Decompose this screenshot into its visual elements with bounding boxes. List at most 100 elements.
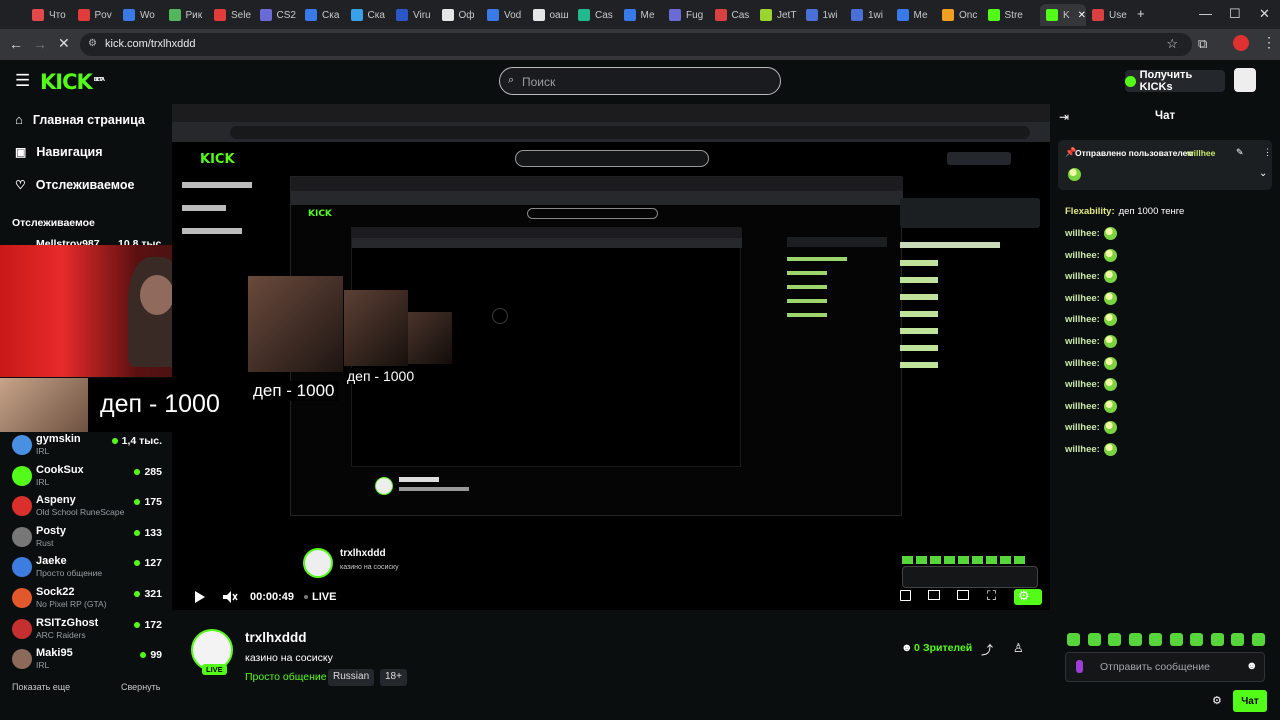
followed-channel[interactable]: Posty Rust 133 (12, 525, 168, 555)
followed-channel[interactable]: CookSux IRL 285 (12, 464, 168, 494)
followed-channel[interactable]: Jaeke Просто общение 127 (12, 555, 168, 585)
nav-following[interactable]: ♡ Отслеживаемое (15, 178, 134, 192)
minimize-icon[interactable]: — (1199, 6, 1212, 21)
quick-emote[interactable] (1251, 633, 1265, 646)
fullscreen-icon[interactable]: ⛶ (987, 588, 996, 604)
browser-tab[interactable]: Onc (942, 4, 986, 26)
browser-tab[interactable]: Fug (669, 4, 713, 26)
browser-tab[interactable]: JetT (760, 4, 804, 26)
close-tab-icon[interactable]: ✕ (1078, 10, 1086, 21)
bookmark-star-icon[interactable]: ☆ (1166, 36, 1178, 52)
close-window-icon[interactable]: ✕ (1259, 6, 1270, 22)
new-tab-icon[interactable]: + (1137, 6, 1145, 21)
clip-icon[interactable] (957, 590, 969, 600)
chat-username[interactable]: willhee: (1065, 228, 1100, 239)
quick-emote[interactable] (1087, 633, 1101, 646)
stream-category[interactable]: Просто общение (245, 671, 327, 683)
quick-emote[interactable] (1149, 633, 1162, 646)
pip-icon[interactable] (900, 590, 911, 601)
browser-tab[interactable]: оаш (532, 4, 577, 26)
chat-settings-icon[interactable]: ⚙ (1212, 694, 1222, 707)
browser-tab[interactable]: Cas (578, 4, 622, 26)
browser-tab[interactable]: Wo (123, 4, 167, 26)
chat-username[interactable]: willhee: (1065, 293, 1100, 304)
maximize-icon[interactable]: ☐ (1229, 6, 1241, 22)
followed-channel[interactable]: RSITzGhost ARC Raiders 172 (12, 617, 168, 647)
chat-username[interactable]: willhee: (1065, 444, 1100, 455)
mic-icon[interactable] (1076, 660, 1083, 673)
browser-tab[interactable]: Viru (396, 4, 440, 26)
chat-username[interactable]: willhee: (1065, 250, 1100, 261)
chat-send-button[interactable]: Чат (1233, 690, 1267, 712)
quick-emote[interactable] (1128, 633, 1142, 646)
share-icon[interactable]: ⤴ (981, 641, 993, 658)
nav-browse[interactable]: ▣ Навигация (15, 145, 103, 159)
stop-icon[interactable]: ✕ (58, 35, 70, 52)
chat-username[interactable]: willhee: (1065, 314, 1100, 325)
browser-tab[interactable]: Sele (214, 4, 258, 26)
mute-icon[interactable] (222, 590, 238, 604)
followed-channel[interactable]: Aspeny Old School RuneScape 175 (12, 494, 168, 524)
browser-tab[interactable]: Stre (987, 4, 1032, 26)
browser-tab[interactable]: Ме (896, 4, 941, 26)
browser-tab[interactable]: Use (1092, 4, 1136, 26)
site-info-icon[interactable]: ⚙ (88, 38, 97, 49)
followed-channel[interactable]: Maki95 IRL 99 (12, 647, 168, 677)
kick-logo[interactable]: KICK BETA (40, 70, 105, 94)
unpin-icon[interactable]: ✎ (1236, 147, 1244, 158)
nav-home[interactable]: ⌂ Главная страница (15, 112, 145, 127)
streamer-username[interactable]: trxlhxddd (245, 630, 307, 645)
address-bar[interactable]: ⚙ kick.com/trxlhxddd ☆ (80, 33, 1192, 56)
browser-tab[interactable]: Vod (487, 4, 531, 26)
browser-tab[interactable]: 1wi (805, 4, 850, 26)
followed-channel[interactable]: Sock22 No Pixel RP (GTA) 321 (12, 586, 168, 616)
user-avatar[interactable] (1234, 68, 1256, 92)
browser-tab[interactable]: Оф (441, 4, 486, 26)
tab-active[interactable]: K ✕ (1040, 4, 1086, 26)
browser-tab[interactable]: Что (32, 4, 76, 26)
chat-username[interactable]: willhee: (1065, 422, 1100, 433)
browser-tab[interactable]: Ска (305, 4, 349, 26)
followed-channel[interactable]: gymskin IRL 1,4 тыс. (12, 433, 168, 463)
emoji-icon[interactable]: ☻ (1246, 660, 1258, 672)
chat-username[interactable]: Flexability: (1065, 206, 1115, 217)
chat-username[interactable]: willhee: (1065, 271, 1100, 282)
back-icon[interactable]: ← (9, 36, 23, 52)
browser-tab[interactable]: Ме (623, 4, 668, 26)
profile-avatar[interactable] (1233, 35, 1249, 51)
tag-age[interactable]: 18+ (380, 669, 407, 686)
browser-tab[interactable]: CS2 (259, 4, 304, 26)
quick-emote[interactable] (1231, 633, 1244, 646)
menu-dots-icon[interactable]: ⋮ (1262, 34, 1276, 51)
quick-emote[interactable] (1190, 633, 1203, 646)
theater-icon[interactable] (928, 590, 940, 600)
collapse-chat-icon[interactable]: ⇥ (1059, 110, 1069, 124)
chat-username[interactable]: willhee: (1065, 379, 1100, 390)
search-input[interactable]: ⌕ Поиск (499, 67, 781, 95)
play-icon[interactable] (194, 590, 206, 604)
chat-username[interactable]: willhee: (1065, 336, 1100, 347)
chat-username[interactable]: willhee: (1065, 401, 1100, 412)
chevron-down-icon[interactable]: ⌄ (1259, 168, 1267, 179)
hamburger-menu-icon[interactable]: ☰ (15, 71, 30, 91)
forward-icon[interactable]: → (33, 36, 47, 52)
extensions-icon[interactable]: ⧉ (1198, 36, 1207, 52)
chat-username[interactable]: willhee: (1065, 358, 1100, 369)
browser-tab[interactable]: Ска (350, 4, 395, 26)
get-kicks-button[interactable]: Получить KICKs (1125, 69, 1225, 93)
video-player[interactable]: KICK KICK trxlhxddd казино на сосиску де… (172, 104, 1050, 610)
show-more-link[interactable]: Показать еще (12, 682, 70, 692)
quick-emote[interactable] (1210, 633, 1224, 646)
quick-emote[interactable] (1067, 633, 1080, 646)
tag-language[interactable]: Russian (328, 669, 375, 686)
chat-input[interactable]: Отправить сообщение ☻ (1065, 652, 1265, 682)
browser-tab[interactable]: Pov (77, 4, 122, 26)
browser-tab[interactable]: 1wi (851, 4, 895, 26)
pinned-menu-icon[interactable]: ⋮ (1263, 147, 1272, 158)
follow-icon[interactable]: ♙ (1013, 641, 1024, 655)
collapse-link[interactable]: Свернуть (121, 682, 160, 692)
browser-tab[interactable]: Рик (168, 4, 213, 26)
quick-emote[interactable] (1108, 633, 1121, 646)
quick-emote[interactable] (1169, 633, 1183, 646)
browser-tab[interactable]: Cas (714, 4, 759, 26)
